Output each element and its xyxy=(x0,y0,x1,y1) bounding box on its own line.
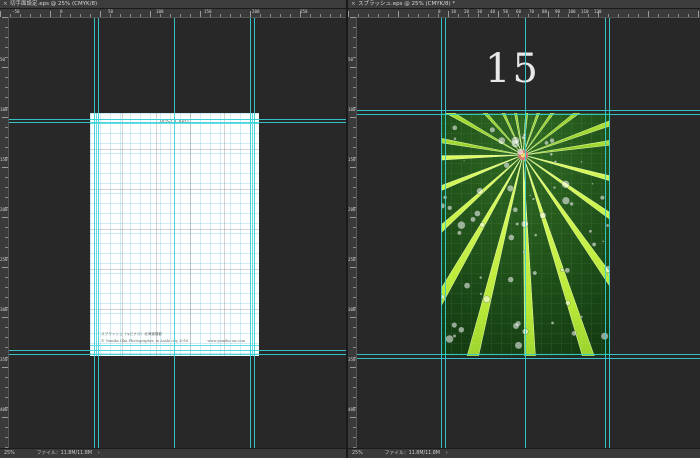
canvas-area[interactable]: POST CARD スプラッシュ（ルピナス）北海道撮影 © Yumiko Oka… xyxy=(9,18,346,449)
vertical-ruler[interactable]: 50 100 150 200 250 300 350 400 xyxy=(348,17,357,449)
document-window-left: × 切手面設定.eps @ 25% (CMYK/8) -50 0 50 100 150 20… xyxy=(0,0,346,458)
ruler-number: 60 xyxy=(516,9,522,14)
postcard-copyright: © Yumiko Oka Photographer, in Asahi city… xyxy=(101,339,189,343)
postcard-caption: スプラッシュ（ルピナス）北海道撮影 xyxy=(101,332,163,336)
file-info: ファイル：11.8M/11.8M xyxy=(36,451,92,456)
guide-horizontal[interactable] xyxy=(9,354,346,355)
ruler-number: 50 xyxy=(348,57,354,62)
ruler-number: 400 xyxy=(348,407,356,412)
guide-horizontal[interactable] xyxy=(357,110,700,111)
ruler-number: 70 xyxy=(529,9,535,14)
ruler-number: 50 xyxy=(108,9,114,14)
ruler-number: 100 xyxy=(0,107,8,112)
vertical-ruler[interactable]: 50 100 150 200 250 300 350 400 xyxy=(0,17,9,449)
margin-guide xyxy=(96,113,97,356)
status-menu-arrow-icon[interactable]: › xyxy=(446,451,448,456)
status-bar: 25% ファイル：11.8M/11.8M › xyxy=(0,448,346,458)
guide-vertical[interactable] xyxy=(254,18,255,449)
status-bar: 25% ファイル：11.8M/11.8M › xyxy=(348,448,700,458)
margin-guide xyxy=(252,113,253,356)
ruler-number: 200 xyxy=(252,9,260,14)
guide-vertical[interactable] xyxy=(441,18,442,449)
guide-vertical[interactable] xyxy=(250,18,251,449)
ruler-number: 250 xyxy=(348,257,356,262)
guide-vertical[interactable] xyxy=(605,18,606,449)
document-tab-left[interactable]: × 切手面設定.eps @ 25% (CMYK/8) xyxy=(0,0,346,9)
ruler-number: 350 xyxy=(0,357,8,362)
document-tab-title: 切手面設定.eps @ 25% (CMYK/8) xyxy=(10,1,98,7)
canvas-area[interactable]: 15 xyxy=(357,18,700,449)
status-menu-arrow-icon[interactable]: › xyxy=(98,451,100,456)
ruler-number: 100 xyxy=(568,9,576,14)
ruler-number: 50 xyxy=(503,9,509,14)
zoom-level[interactable]: 25% xyxy=(352,451,363,456)
ruler-number: 200 xyxy=(348,207,356,212)
close-tab-icon[interactable]: × xyxy=(351,0,356,8)
guide-vertical[interactable] xyxy=(98,18,99,449)
ruler-number: 20 xyxy=(464,9,470,14)
ruler-number: 300 xyxy=(0,307,8,312)
page-number: 15 xyxy=(485,46,540,92)
document-tab-title: スプラッシュ.eps @ 25% (CMYK/8) * xyxy=(358,1,456,7)
ruler-number: 100 xyxy=(348,107,356,112)
ruler-number: 90 xyxy=(555,9,561,14)
ruler-number: 250 xyxy=(300,9,308,14)
horizontal-ruler[interactable]: 0 10 20 30 40 50 60 70 80 90 100 110 120 xyxy=(348,9,700,18)
ruler-number: 350 xyxy=(348,357,356,362)
ruler-number: 150 xyxy=(0,157,8,162)
ruler-number: 250 xyxy=(0,257,8,262)
ruler-number: 50 xyxy=(0,57,6,62)
postcard-url: www.yumiko-on.com xyxy=(207,339,245,343)
ruler-number: 150 xyxy=(204,9,212,14)
ruler-number: 30 xyxy=(477,9,483,14)
document-window-right: × スプラッシュ.eps @ 25% (CMYK/8) * 0 10 20 30 40 50… xyxy=(348,0,700,458)
ruler-number: 80 xyxy=(542,9,548,14)
horizontal-ruler[interactable]: -50050100150200250300 xyxy=(0,9,346,18)
guide-vertical[interactable] xyxy=(609,18,610,449)
zoom-level[interactable]: 25% xyxy=(4,451,15,456)
ruler-number: 0 xyxy=(438,9,441,14)
guide-vertical[interactable] xyxy=(94,18,95,449)
guide-vertical[interactable] xyxy=(445,18,446,449)
ruler-number: 110 xyxy=(581,9,589,14)
ruler-number: 40 xyxy=(490,9,496,14)
ruler-number: 150 xyxy=(348,157,356,162)
ruler-number: -50 xyxy=(12,9,20,14)
guide-horizontal[interactable] xyxy=(357,358,700,359)
ruler-number: 300 xyxy=(348,307,356,312)
guide-horizontal[interactable] xyxy=(357,354,700,355)
ruler-number: 100 xyxy=(156,9,164,14)
ruler-number: 10 xyxy=(451,9,457,14)
close-tab-icon[interactable]: × xyxy=(3,0,8,8)
document-tab-right[interactable]: × スプラッシュ.eps @ 25% (CMYK/8) * xyxy=(348,0,700,9)
file-info: ファイル：11.8M/11.8M xyxy=(384,451,440,456)
guide-horizontal[interactable] xyxy=(9,122,346,123)
guide-vertical[interactable] xyxy=(525,18,526,449)
ruler-number: 120 xyxy=(594,9,602,14)
ruler-number: 400 xyxy=(0,407,8,412)
guide-horizontal[interactable] xyxy=(9,119,346,120)
guide-horizontal[interactable] xyxy=(9,350,346,351)
ruler-number: 200 xyxy=(0,207,8,212)
ruler-number: 0 xyxy=(60,9,63,14)
guide-horizontal[interactable] xyxy=(357,114,700,115)
guide-vertical[interactable] xyxy=(174,18,175,449)
